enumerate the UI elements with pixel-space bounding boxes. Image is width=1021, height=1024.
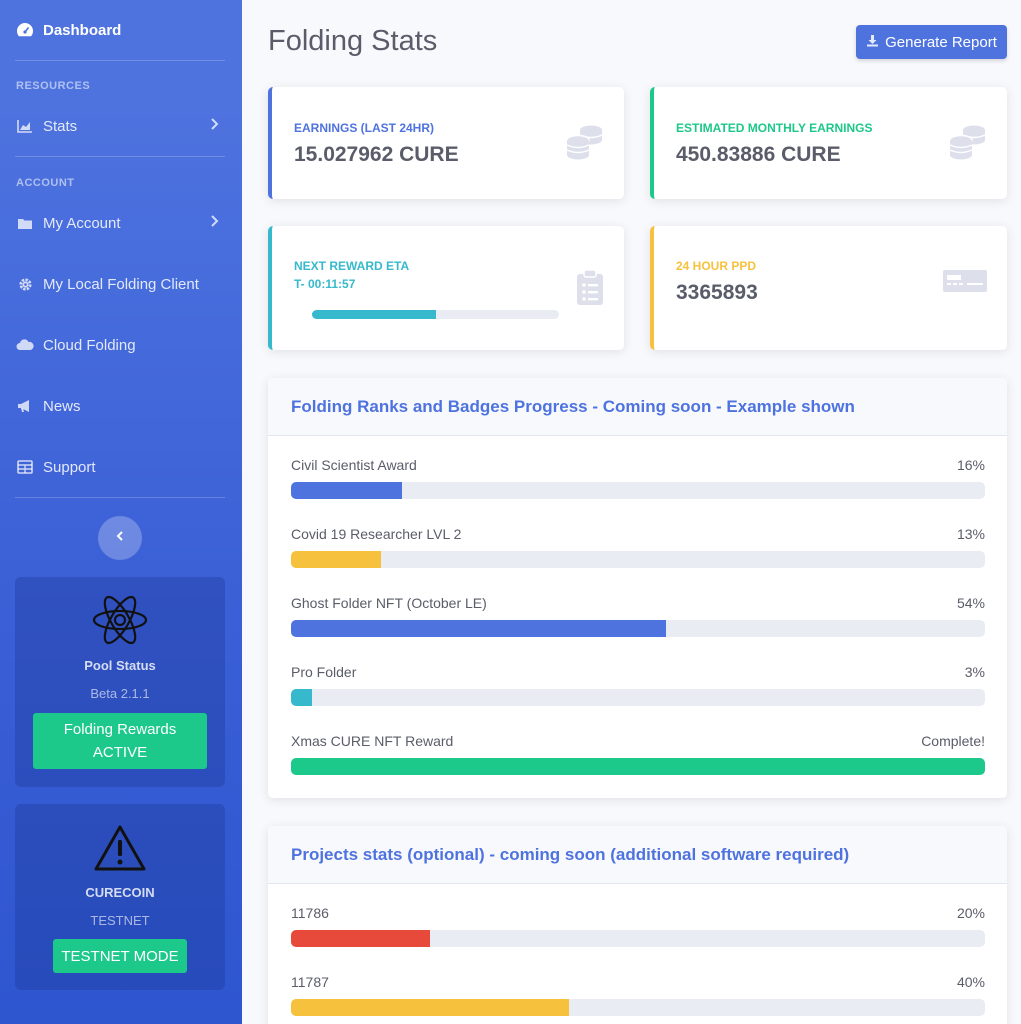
pool-status-card: Pool Status Beta 2.1.1 Folding Rewards A… (15, 577, 225, 787)
monthly-earnings-value: 450.83886 CURE (676, 143, 841, 166)
progress-percent: Complete! (921, 733, 985, 749)
progress-name: Civil Scientist Award (291, 457, 417, 473)
sidebar-item-label: Cloud Folding (43, 336, 136, 354)
folder-icon (16, 214, 34, 232)
curecoin-card: CURECOIN TESTNET TESTNET MODE (15, 804, 225, 990)
sidebar-divider (15, 497, 225, 498)
chevron-left-icon (115, 529, 125, 547)
sidebar-item-label: Dashboard (43, 21, 122, 39)
reward-eta-progress-fill (312, 310, 436, 319)
progress-percent: 20% (956, 905, 985, 921)
progress-fill (291, 620, 666, 637)
progress-name: Covid 19 Researcher LVL 2 (291, 526, 462, 542)
coins-icon (566, 124, 604, 165)
pool-version: Beta 2.1.1 (90, 686, 150, 701)
progress-fill (291, 482, 403, 499)
monthly-earnings-label: ESTIMATED MONTHLY EARNINGS (676, 121, 873, 135)
testnet-mode-button[interactable]: TESTNET MODE (53, 939, 187, 973)
progress-name: Xmas CURE NFT Reward (291, 733, 454, 749)
progress-track (291, 482, 985, 499)
progress-fill (291, 758, 985, 775)
earnings-label: EARNINGS (LAST 24HR) (294, 121, 435, 135)
progress-track (291, 620, 985, 637)
curecoin-subtitle: TESTNET (90, 913, 150, 928)
progress-fill (291, 551, 382, 568)
sidebar-item-label: Support (43, 458, 96, 476)
progress-track (291, 551, 985, 568)
progress-fill (291, 930, 430, 947)
progress-fill (291, 689, 312, 706)
progress-name: 11787 (291, 974, 329, 990)
earnings-card: EARNINGS (LAST 24HR) 15.027962 CURE (268, 87, 624, 199)
progress-percent: 3% (964, 664, 985, 680)
generate-report-label: Generate Report (885, 33, 997, 51)
progress-percent: 54% (956, 595, 985, 611)
progress-track (291, 999, 985, 1016)
progress-track (291, 930, 985, 947)
sidebar-item-label: Stats (43, 117, 78, 135)
generate-report-button[interactable]: Generate Report (856, 25, 1007, 59)
chart-area-icon (16, 117, 34, 135)
monthly-earnings-card: ESTIMATED MONTHLY EARNINGS 450.83886 CUR… (650, 87, 1007, 199)
reward-eta-value: T- 00:11:57 (294, 277, 356, 291)
folding-rewards-line2: ACTIVE (92, 744, 148, 761)
ranks-panel-title: Folding Ranks and Badges Progress - Comi… (268, 378, 1007, 436)
sidebar-item-news[interactable]: News (0, 384, 242, 428)
reward-eta-progress (312, 310, 559, 319)
progress-track (291, 758, 985, 775)
tachometer-icon (16, 21, 34, 39)
curecoin-title: CURECOIN (85, 885, 155, 900)
atom-icon (92, 595, 148, 650)
sidebar-item-label: News (43, 397, 81, 415)
ppd-label: 24 HOUR PPD (676, 259, 757, 273)
money-check-icon (943, 270, 987, 297)
progress-name: 11786 (291, 905, 329, 921)
sidebar-item-support[interactable]: Support (0, 445, 242, 489)
pool-status-title: Pool Status (84, 658, 156, 673)
cog-icon (16, 275, 34, 293)
sidebar-divider (15, 156, 225, 157)
sidebar-divider (15, 60, 225, 61)
ppd-card: 24 HOUR PPD 3365893 (650, 226, 1007, 350)
sidebar-item-dashboard[interactable]: Dashboard (0, 8, 242, 52)
sidebar-toggle-button[interactable] (98, 516, 142, 560)
bullhorn-icon (16, 397, 34, 415)
projects-stats-panel: Projects stats (optional) - coming soon … (268, 826, 1007, 1024)
progress-percent: 40% (956, 974, 985, 990)
sidebar-heading-resources: RESOURCES (16, 80, 91, 92)
sidebar-item-local-client[interactable]: My Local Folding Client (0, 262, 242, 306)
download-icon (866, 34, 879, 51)
ranks-badges-panel: Folding Ranks and Badges Progress - Comi… (268, 378, 1007, 798)
progress-name: Ghost Folder NFT (October LE) (291, 595, 487, 611)
sidebar: Dashboard RESOURCES Stats ACCOUNT My Acc… (0, 0, 242, 1024)
clipboard-list-icon (576, 269, 604, 311)
progress-percent: 13% (956, 526, 985, 542)
cloud-icon (16, 336, 34, 354)
sidebar-item-label: My Account (43, 214, 121, 232)
progress-percent: 16% (956, 457, 985, 473)
reward-eta-card: NEXT REWARD ETA T- 00:11:57 (268, 226, 624, 350)
progress-fill (291, 999, 569, 1016)
sidebar-item-cloud-folding[interactable]: Cloud Folding (0, 323, 242, 367)
folding-rewards-line1: Folding Rewards (63, 721, 177, 738)
chevron-right-icon (210, 214, 220, 232)
sidebar-item-stats[interactable]: Stats (0, 104, 242, 148)
projects-panel-title: Projects stats (optional) - coming soon … (268, 826, 1007, 884)
reward-eta-label: NEXT REWARD ETA (294, 259, 410, 273)
progress-track (291, 689, 985, 706)
ppd-value: 3365893 (676, 281, 758, 304)
progress-name: Pro Folder (291, 664, 357, 680)
sidebar-item-label: My Local Folding Client (43, 275, 199, 293)
coins-icon (949, 124, 987, 165)
sidebar-item-my-account[interactable]: My Account (0, 201, 242, 245)
chevron-right-icon (210, 117, 220, 135)
table-icon (16, 458, 34, 476)
sidebar-heading-account: ACCOUNT (16, 177, 75, 189)
warning-icon (93, 824, 147, 877)
folding-rewards-button[interactable]: Folding Rewards ACTIVE (33, 713, 207, 769)
page-title: Folding Stats (268, 25, 438, 57)
earnings-value: 15.027962 CURE (294, 143, 459, 166)
